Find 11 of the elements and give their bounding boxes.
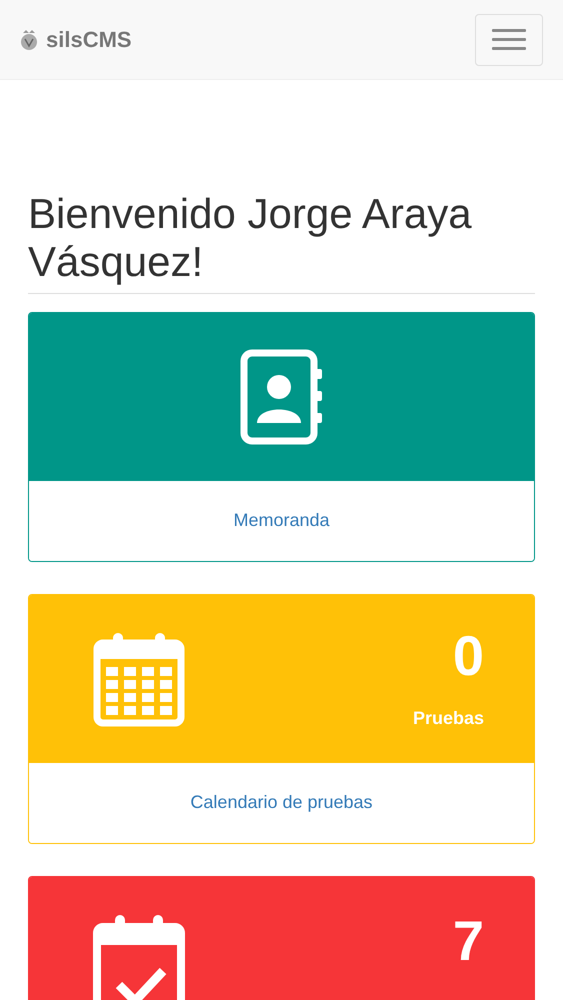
- count: 7: [452, 912, 484, 969]
- menu-button[interactable]: [475, 14, 543, 66]
- panel-link[interactable]: Memoranda: [233, 510, 330, 532]
- calendar-check-icon: [93, 912, 185, 1000]
- count-label: Pruebas: [412, 708, 484, 730]
- crest-icon: [20, 28, 38, 50]
- count: 0: [452, 628, 484, 684]
- panel-link[interactable]: Calendario de pruebas: [190, 792, 373, 814]
- calendar-icon: [93, 630, 185, 727]
- brand-name[interactable]: silsCMS: [46, 26, 132, 52]
- welcome-heading: Bienvenido Jorge Araya Vásquez!: [28, 190, 535, 294]
